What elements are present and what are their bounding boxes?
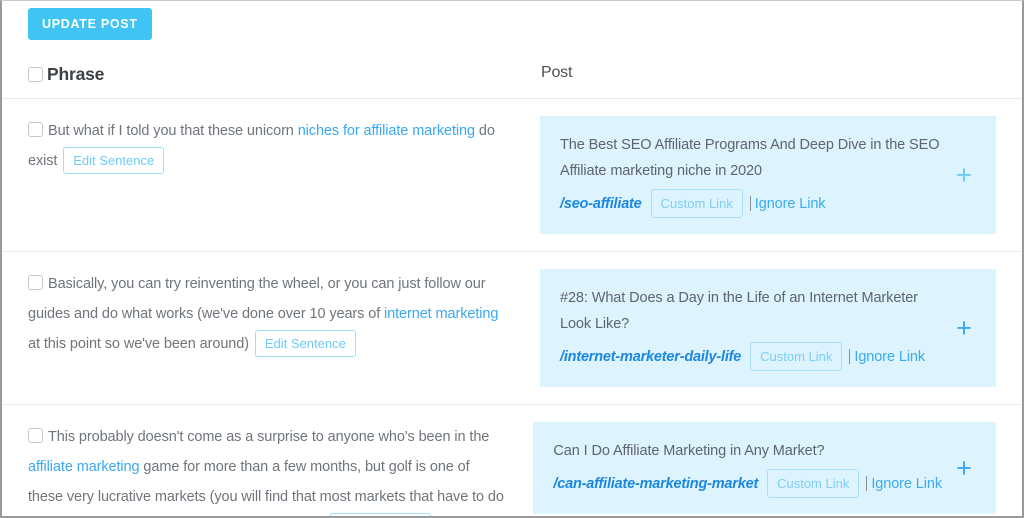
toolbar: UPDATE POST	[2, 1, 1022, 40]
column-header-phrase-label: Phrase	[47, 64, 105, 84]
edit-sentence-button[interactable]: Edit Sentence	[330, 513, 431, 516]
column-header-post: Post	[540, 64, 996, 85]
phrase-text-segment: at this point so we've been around)	[28, 336, 253, 352]
phrase-text-segment: But what if I told you that these unicor…	[48, 123, 298, 139]
page-root: UPDATE POST Phrase Post But what if I to…	[0, 0, 1024, 518]
row-checkbox[interactable]	[28, 122, 43, 137]
post-card: #28: What Does a Day in the Life of an I…	[540, 269, 996, 387]
phrase-post-table: Phrase Post But what if I told you that …	[2, 64, 1022, 516]
table-header-row: Phrase Post	[2, 64, 1022, 99]
column-header-phrase: Phrase	[28, 64, 540, 85]
table-row: But what if I told you that these unicor…	[2, 99, 1022, 252]
post-title: #28: What Does a Day in the Life of an I…	[560, 290, 918, 332]
post-card-body: #28: What Does a Day in the Life of an I…	[560, 285, 942, 371]
table-row: This probably doesn't come as a surprise…	[2, 405, 1022, 516]
post-slug[interactable]: /seo-affiliate	[560, 196, 642, 212]
post-slug[interactable]: /internet-marketer-daily-life	[560, 349, 741, 365]
plus-icon[interactable]: +	[950, 454, 978, 482]
phrase-text: But what if I told you that these unicor…	[28, 123, 495, 174]
phrase-cell: This probably doesn't come as a surprise…	[28, 422, 533, 516]
phrase-keyword-link[interactable]: affiliate marketing	[28, 459, 140, 475]
table-row: Basically, you can try reinventing the w…	[2, 252, 1022, 405]
post-card: Can I Do Affiliate Marketing in Any Mark…	[533, 422, 996, 514]
ignore-link-button[interactable]: Ignore Link	[755, 196, 826, 212]
edit-sentence-button[interactable]: Edit Sentence	[254, 330, 356, 357]
edit-sentence-button[interactable]: Edit Sentence	[63, 147, 165, 174]
plus-icon[interactable]: +	[950, 161, 978, 189]
column-header-post-label: Post	[541, 64, 573, 81]
phrase-keyword-link[interactable]: internet marketing	[384, 306, 498, 322]
post-cell: The Best SEO Affiliate Programs And Deep…	[540, 116, 996, 234]
phrase-cell: But what if I told you that these unicor…	[28, 116, 540, 234]
row-checkbox[interactable]	[28, 428, 43, 443]
separator-divider	[849, 349, 851, 364]
post-cell: #28: What Does a Day in the Life of an I…	[540, 269, 996, 387]
phrase-text: Basically, you can try reinventing the w…	[28, 276, 498, 357]
post-cell: Can I Do Affiliate Marketing in Any Mark…	[533, 422, 996, 516]
ignore-link-button[interactable]: Ignore Link	[854, 349, 925, 365]
post-link-controls: /can-affiliate-marketing-market Custom Li…	[553, 469, 942, 498]
separator-divider	[749, 196, 751, 211]
select-all-checkbox[interactable]	[28, 67, 43, 82]
post-title: Can I Do Affiliate Marketing in Any Mark…	[553, 443, 825, 459]
row-checkbox[interactable]	[28, 275, 43, 290]
phrase-cell: Basically, you can try reinventing the w…	[28, 269, 540, 387]
phrase-keyword-link[interactable]: niches for affiliate marketing	[298, 123, 475, 139]
custom-link-button[interactable]: Custom Link	[750, 342, 843, 371]
ignore-link-button[interactable]: Ignore Link	[871, 476, 942, 492]
post-link-controls: /seo-affiliate Custom Link Ignore Link	[560, 189, 942, 218]
plus-icon[interactable]: +	[950, 314, 978, 342]
separator-divider	[866, 476, 868, 491]
phrase-text-segment: This probably doesn't come as a surprise…	[48, 429, 490, 445]
post-card-body: The Best SEO Affiliate Programs And Deep…	[560, 132, 942, 218]
custom-link-button[interactable]: Custom Link	[650, 189, 743, 218]
post-card-body: Can I Do Affiliate Marketing in Any Mark…	[553, 438, 942, 498]
update-post-button[interactable]: UPDATE POST	[28, 8, 152, 40]
post-card: The Best SEO Affiliate Programs And Deep…	[540, 116, 996, 234]
post-link-controls: /internet-marketer-daily-life Custom Link…	[560, 342, 942, 371]
post-slug[interactable]: /can-affiliate-marketing-market	[553, 476, 758, 492]
phrase-text: This probably doesn't come as a surprise…	[28, 429, 504, 516]
custom-link-button[interactable]: Custom Link	[767, 469, 860, 498]
table-body: But what if I told you that these unicor…	[2, 99, 1022, 516]
post-title: The Best SEO Affiliate Programs And Deep…	[560, 137, 940, 179]
